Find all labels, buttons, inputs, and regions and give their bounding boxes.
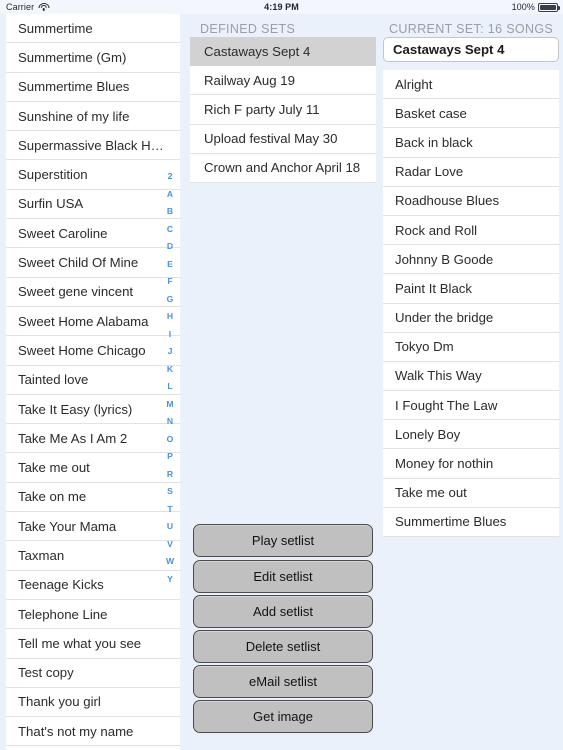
library-song-row[interactable]: Summertime [6,14,180,44]
library-song-row[interactable]: Teenage Kicks [6,571,180,600]
current-set-song-row[interactable]: Basket case [383,99,559,129]
index-letter[interactable]: H [167,308,173,326]
current-set-song-row[interactable]: Radar Love [383,158,559,187]
defined-sets-panel: DEFINED SETS Castaways Sept 4 Railway Aug… [190,14,376,750]
song-library-list[interactable]: Summertime Summertime (Gm) Summertime Blue… [6,14,180,750]
app-root: Carrier 4:19 PM 100% Summertime Summertim… [0,0,563,750]
get-image-button[interactable]: Get image [193,700,373,733]
current-set-song-row[interactable]: Alright [383,70,559,100]
index-letter[interactable]: F [167,273,172,291]
current-set-song-row[interactable]: Lonely Boy [383,420,559,450]
current-set-song-row[interactable]: Money for nothin [383,449,559,479]
index-letter[interactable]: R [167,466,173,484]
library-song-row[interactable]: Sweet Home Alabama [6,307,180,337]
library-song-row[interactable]: Telephone Line [6,600,180,630]
index-letter[interactable]: U [167,518,173,536]
email-setlist-button[interactable]: eMail setlist [193,665,373,698]
delete-setlist-button[interactable]: Delete setlist [193,630,373,663]
current-set-song-row[interactable]: Roadhouse Blues [383,187,559,216]
index-letter[interactable]: 2 [168,168,173,186]
library-song-row[interactable]: Surfin USA [6,190,180,220]
library-song-row[interactable]: Supermassive Black H… [6,131,180,161]
defined-set-row[interactable]: Crown and Anchor April 18 [190,154,376,183]
battery-percent-label: 100% [511,2,535,12]
current-set-song-row[interactable]: Summertime Blues [383,508,559,537]
current-set-song-row[interactable]: Tokyo Dm [383,333,559,362]
index-letter[interactable]: K [167,361,173,379]
library-song-row[interactable]: Tainted love [6,366,180,395]
library-song-row[interactable]: Tell me what you see [6,629,180,659]
library-song-row[interactable]: Take Your Mama [6,512,180,542]
edit-setlist-button[interactable]: Edit setlist [193,560,373,593]
current-set-song-row[interactable]: I Fought The Law [383,391,559,421]
library-song-row[interactable]: Thank you girl [6,688,180,718]
index-letter[interactable]: G [167,291,174,309]
current-set-header: CURRENT SET: 16 SONGS [389,22,554,36]
index-letter[interactable]: S [167,483,173,501]
defined-set-row[interactable]: Railway Aug 19 [190,66,376,96]
index-letter[interactable]: J [168,343,173,361]
index-letter[interactable]: E [167,256,173,274]
index-letter[interactable]: I [169,326,171,344]
current-set-list[interactable]: Alright Basket case Back in black Radar Lov… [383,70,559,537]
defined-set-row[interactable]: Rich F party July 11 [190,95,376,125]
library-song-row[interactable]: Take me out [6,453,180,483]
play-setlist-button[interactable]: Play setlist [193,524,373,557]
library-song-row[interactable]: Sweet Caroline [6,219,180,249]
library-song-row[interactable]: Sunshine of my life [6,102,180,132]
index-letter[interactable]: N [167,413,173,431]
defined-set-row[interactable]: Upload festival May 30 [190,125,376,154]
library-song-row[interactable]: That's not my name [6,717,180,747]
alphabet-index-bar[interactable]: 2ABCDEFGHIJKLMNOPRSTUVWY [163,168,177,588]
current-set-song-row[interactable]: Paint It Black [383,274,559,304]
index-letter[interactable]: A [167,186,173,204]
library-song-row[interactable]: Test copy [6,659,180,688]
library-song-row[interactable]: Sweet gene vincent [6,278,180,307]
set-name-input[interactable]: Castaways Sept 4 [383,37,559,62]
library-song-row[interactable]: Taxman [6,541,180,571]
library-song-row[interactable]: Sweet Child Of Mine [6,248,180,278]
setlist-action-buttons: Play setlist Edit setlist Add setlist Delet… [193,524,373,735]
status-bar: Carrier 4:19 PM 100% [0,0,563,14]
library-song-row[interactable]: Take on me [6,483,180,513]
current-set-song-row[interactable]: Take me out [383,479,559,508]
index-letter[interactable]: D [167,238,173,256]
library-song-row[interactable]: Superstition [6,160,180,190]
defined-set-row[interactable]: Castaways Sept 4 [190,37,376,67]
library-song-row[interactable]: Summertime (Gm) [6,43,180,73]
index-letter[interactable]: Y [167,571,173,589]
current-set-song-row[interactable]: Under the bridge [383,304,559,333]
index-letter[interactable]: B [167,203,173,221]
defined-sets-list[interactable]: Castaways Sept 4 Railway Aug 19 Rich F par… [190,37,376,183]
add-setlist-button[interactable]: Add setlist [193,595,373,628]
current-set-song-row[interactable]: Back in black [383,128,559,158]
status-bar-right: 100% [511,2,560,12]
current-set-song-row[interactable]: Johnny B Goode [383,245,559,275]
library-song-row[interactable]: Take Me As I Am 2 [6,424,180,454]
status-bar-clock: 4:19 PM [264,2,299,12]
index-letter[interactable]: V [167,536,173,554]
index-letter[interactable]: C [167,221,173,239]
defined-sets-header: DEFINED SETS [200,22,296,36]
current-set-song-row[interactable]: Walk This Way [383,362,559,392]
current-set-song-row[interactable]: Rock and Roll [383,216,559,246]
index-letter[interactable]: L [167,378,172,396]
library-song-row[interactable]: Summertime Blues [6,73,180,102]
index-letter[interactable]: O [167,431,174,449]
index-letter[interactable]: P [167,448,173,466]
battery-full-icon [538,2,560,12]
index-letter[interactable]: T [167,501,172,519]
current-set-panel: CURRENT SET: 16 SONGS Castaways Sept 4 A… [381,14,563,750]
index-letter[interactable]: M [166,396,173,414]
library-song-row[interactable]: Sweet Home Chicago [6,336,180,366]
index-letter[interactable]: W [166,553,174,571]
library-song-row[interactable]: Take It Easy (lyrics) [6,395,180,425]
